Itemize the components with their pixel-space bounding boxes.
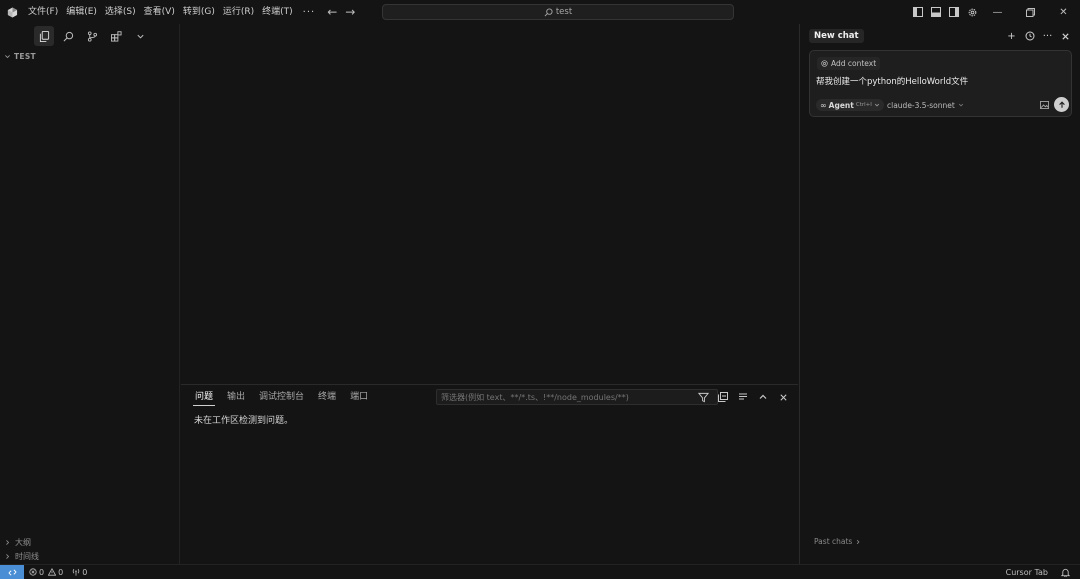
menu-view[interactable]: 查看(V) [140,0,179,24]
menu-bar: 文件(F) 编辑(E) 选择(S) 查看(V) 转到(G) 运行(R) 终端(T… [24,0,323,24]
status-bar: 0 0 0 Cursor Tab [0,564,1080,579]
more-actions-icon[interactable]: ··· [1039,24,1056,48]
chevron-right-icon [6,553,10,559]
agent-mode-selector[interactable]: ∞ Agent Ctrl+I [816,99,884,111]
model-selector[interactable]: claude-3.5-sonnet [887,99,964,111]
menu-edit[interactable]: 编辑(E) [62,0,101,24]
infinity-icon: ∞ [820,100,827,110]
title-bar-controls: — ✕ [909,0,1080,24]
menu-terminal[interactable]: 终端(T) [258,0,297,24]
editor-area[interactable] [181,24,798,384]
ports-count: 0 [82,567,88,577]
image-attach-icon[interactable] [1037,98,1051,112]
maximize-panel-icon[interactable] [754,385,772,409]
agent-shortcut: Ctrl+I [855,102,872,108]
agent-label: Agent [828,100,854,110]
problems-status[interactable]: 0 0 [24,568,66,577]
problems-filter-input[interactable] [436,389,718,405]
menu-go[interactable]: 转到(G) [179,0,219,24]
search-text: test [555,7,573,17]
new-chat-plus-icon[interactable]: + [1003,24,1020,48]
back-arrow-icon[interactable]: ← [323,0,341,24]
add-context-button[interactable]: Add context [817,57,881,70]
chevron-down-icon [5,54,10,58]
warning-count: 0 [58,567,64,577]
chat-composer[interactable]: Add context 帮我创建一个python的HelloWorld文件 ∞ … [809,50,1072,117]
menu-selection[interactable]: 选择(S) [101,0,140,24]
close-window-button[interactable]: ✕ [1047,0,1080,24]
status-bar-right: Cursor Tab [1003,565,1080,579]
no-problems-message: 未在工作区检测到问题。 [194,416,294,426]
past-chats-label: Past chats [814,537,853,546]
broadcast-icon [72,568,80,576]
minimize-button[interactable]: — [981,0,1014,24]
ports-status[interactable]: 0 [66,568,90,577]
chevron-right-icon [857,539,860,544]
chevron-down-icon [958,103,963,107]
toggle-panel-icon[interactable] [927,0,945,24]
close-panel-icon[interactable] [774,385,792,409]
source-control-icon[interactable] [82,26,102,46]
view-as-list-icon[interactable] [734,385,752,409]
extensions-icon[interactable] [106,26,126,46]
menu-run[interactable]: 运行(R) [219,0,258,24]
error-count: 0 [39,567,45,577]
model-label: claude-3.5-sonnet [887,100,955,110]
tab-debug-console[interactable]: 调试控制台 [253,385,310,409]
chat-tab-new-chat[interactable]: New chat [809,29,864,43]
menu-more-icon[interactable]: ··· [297,7,324,18]
chat-header: New chat + ··· [800,24,1080,48]
bottom-panel: 问题 输出 调试控制台 终端 端口 未在工作区检测到问题。 [181,384,798,564]
remote-connection-icon[interactable] [0,565,24,579]
explorer-files-icon[interactable] [34,26,54,46]
chat-prompt-text[interactable]: 帮我创建一个python的HelloWorld文件 [816,75,968,87]
title-bar: 文件(F) 编辑(E) 选择(S) 查看(V) 转到(G) 运行(R) 终端(T… [0,0,1080,24]
cursor-logo-icon [0,0,24,24]
menu-file[interactable]: 文件(F) [24,0,62,24]
activity-bar [0,24,179,48]
command-center-search[interactable]: test [382,4,734,20]
tab-problems[interactable]: 问题 [189,385,219,409]
search-icon [544,7,553,16]
collapse-all-icon[interactable] [714,385,732,409]
chevron-right-icon [6,539,10,545]
toggle-primary-sidebar-icon[interactable] [909,0,927,24]
add-context-label: Add context [831,59,877,68]
error-icon [29,568,37,576]
chat-header-actions: + ··· [1003,24,1074,48]
at-sign-icon [821,60,828,67]
forward-arrow-icon[interactable]: → [341,0,359,24]
section-title: TEST [14,51,36,61]
tab-terminal[interactable]: 终端 [312,385,342,409]
explorer-sidebar: TEST 大纲 时间线 [0,24,180,564]
explorer-section-test[interactable]: TEST [0,48,179,64]
outline-label: 大纲 [15,537,31,547]
warning-icon [48,568,57,576]
close-chat-icon[interactable] [1057,24,1074,48]
tab-ports[interactable]: 端口 [344,385,374,409]
restore-button[interactable] [1014,0,1047,24]
settings-gear-icon[interactable] [963,0,981,24]
history-icon[interactable] [1021,24,1038,48]
arrow-up-icon [1058,100,1065,108]
chevron-down-icon[interactable] [130,26,150,46]
toggle-secondary-sidebar-icon[interactable] [945,0,963,24]
timeline-label: 时间线 [15,551,39,561]
panel-actions [694,385,792,409]
outline-section[interactable]: 大纲 [0,535,180,549]
timeline-section[interactable]: 时间线 [0,549,180,563]
notifications-bell-icon[interactable] [1058,568,1080,577]
search-icon[interactable] [58,26,78,46]
past-chats-link[interactable]: Past chats [814,537,861,546]
chat-pane: New chat + ··· Add context 帮我创建一个python的… [799,24,1080,564]
cursor-tab-status[interactable]: Cursor Tab [1003,568,1058,577]
filter-icon[interactable] [694,385,712,409]
chevron-down-icon [874,103,879,107]
tab-output[interactable]: 输出 [221,385,251,409]
send-button[interactable] [1054,97,1069,112]
